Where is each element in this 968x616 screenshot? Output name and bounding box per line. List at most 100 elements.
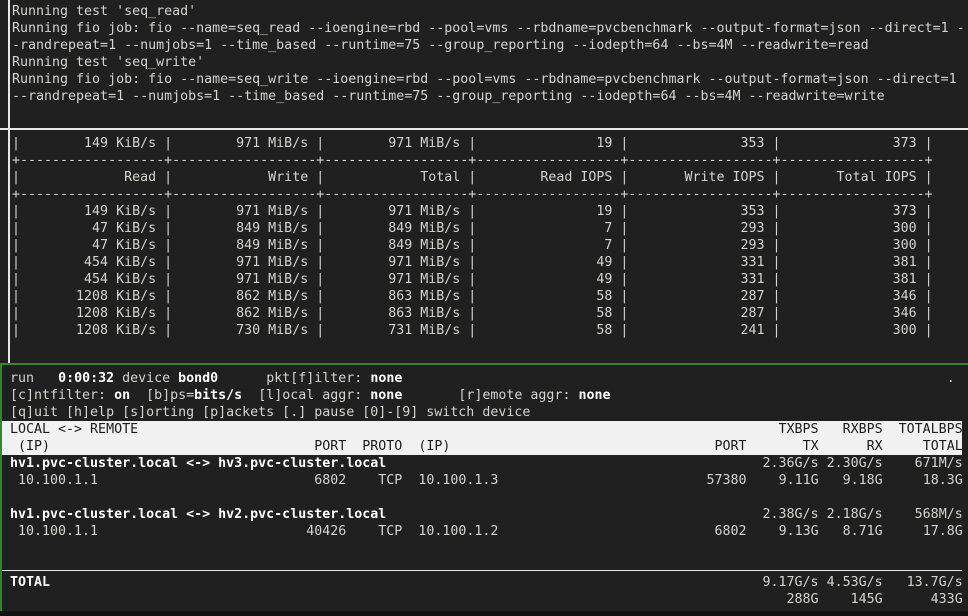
- text: [498, 473, 706, 488]
- text: [819, 524, 843, 539]
- run-status-line: run 0:00:32 device bond0 pkt[f]ilter: no…: [10, 370, 963, 387]
- text: 433G: [931, 592, 963, 607]
- text: 9.13G: [779, 524, 819, 539]
- filter-status-line: [c]ntfilter: on [b]ps=bits/s [l]ocal agg…: [10, 387, 963, 404]
- text: [346, 439, 362, 454]
- text: [819, 456, 827, 471]
- bold-text: bond0: [178, 371, 218, 386]
- bold-text: none: [370, 388, 402, 403]
- menu-line: [q]uit [h]elp [s]orting [p]ackets [.] pa…: [10, 404, 963, 421]
- text: [34, 371, 58, 386]
- text: [386, 456, 762, 471]
- jnettop-body: run 0:00:32 device bond0 pkt[f]ilter: no…: [10, 370, 963, 608]
- bold-text: none: [370, 371, 402, 386]
- text: 9.17G/s: [763, 575, 819, 590]
- text: [346, 473, 378, 488]
- blank-line: [10, 489, 963, 506]
- flow-row-hosts: hv1.pvc-cluster.local <-> hv3.pvc-cluste…: [10, 455, 963, 472]
- total-row-rates: TOTAL 9.17G/s 4.53G/s 13.7G/s: [10, 574, 963, 591]
- text: 2.38G/s: [763, 507, 819, 522]
- text: [883, 456, 915, 471]
- text: 10.100.1.3: [418, 473, 498, 488]
- text: 2.18G/s: [827, 507, 883, 522]
- text: [b]ps=: [146, 388, 194, 403]
- text: 17.8G: [923, 524, 963, 539]
- text: pkt[f]ilter:: [266, 371, 370, 386]
- text: [747, 439, 803, 454]
- pane-fio-log[interactable]: Running test 'seq_read' Running fio job:…: [0, 0, 968, 128]
- text: [883, 507, 915, 522]
- flow-row-detail: 10.100.1.1 6802 TCP 10.100.1.3 57380 9.1…: [10, 472, 963, 489]
- text: 145G: [851, 592, 883, 607]
- bold-text: 0:00:32: [58, 371, 114, 386]
- text: [q]uit [h]elp [s]orting [p]ackets [.] pa…: [10, 405, 530, 420]
- text: [242, 388, 258, 403]
- text: [819, 575, 827, 590]
- text: [883, 524, 923, 539]
- text: [747, 473, 779, 488]
- text: PORT: [314, 439, 346, 454]
- text: 568M/s: [915, 507, 963, 522]
- bold-text: hv1.pvc-cluster.local <-> hv3.pvc-cluste…: [10, 456, 386, 471]
- bottom-edge-strip: [0, 611, 968, 616]
- text: TXBPS: [779, 422, 819, 437]
- text: 9.11G: [779, 473, 819, 488]
- text: [98, 473, 314, 488]
- text: TCP: [378, 473, 402, 488]
- flow-row-detail: 10.100.1.1 40426 TCP 10.100.1.2 6802 9.1…: [10, 523, 963, 540]
- flow-header-row2: (IP) PORT PROTO (IP) PORT TX RX TOTAL: [2, 438, 962, 455]
- text: 6802: [314, 473, 346, 488]
- text: [r]emote aggr:: [458, 388, 578, 403]
- text: RXBPS: [843, 422, 883, 437]
- text: PROTO: [362, 439, 402, 454]
- text: [98, 524, 306, 539]
- bold-text: none: [578, 388, 610, 403]
- text: [402, 439, 418, 454]
- text: 2.30G/s: [827, 456, 883, 471]
- text: [883, 422, 899, 437]
- text: [c]ntfilter:: [10, 388, 114, 403]
- text: TX: [803, 439, 819, 454]
- text: run: [10, 371, 34, 386]
- text: [386, 507, 762, 522]
- text: TCP: [378, 524, 402, 539]
- text: [819, 439, 867, 454]
- text: [819, 473, 843, 488]
- text: [498, 524, 714, 539]
- fio-log-text: Running test 'seq_read' Running fio job:…: [12, 3, 965, 105]
- results-table-text: | 149 KiB/s | 971 MiB/s | 971 MiB/s | 19…: [12, 135, 933, 339]
- text: 10.100.1.2: [418, 524, 498, 539]
- text: 2.36G/s: [763, 456, 819, 471]
- bold-text: bits/s: [194, 388, 242, 403]
- pane-results-table[interactable]: | 149 KiB/s | 971 MiB/s | 971 MiB/s | 19…: [0, 130, 968, 363]
- text: [50, 439, 314, 454]
- flow-header-row1: LOCAL <-> REMOTE TXBPS RXBPS TOTALBPS: [2, 421, 962, 438]
- text: (IP): [10, 439, 50, 454]
- text: 10.100.1.1: [10, 524, 98, 539]
- text: 8.71G: [843, 524, 883, 539]
- text: TOTALBPS: [899, 422, 963, 437]
- text: [450, 439, 714, 454]
- text: [402, 388, 458, 403]
- text: 288G: [787, 592, 819, 607]
- text: TOTAL: [923, 439, 963, 454]
- text: 18.3G: [923, 473, 963, 488]
- text: [883, 473, 923, 488]
- text: (IP): [418, 439, 450, 454]
- text: [218, 371, 266, 386]
- text: [402, 473, 418, 488]
- text: [883, 592, 931, 607]
- text: 671M/s: [915, 456, 963, 471]
- text: [402, 371, 946, 386]
- text: device: [114, 371, 178, 386]
- bold-text: TOTAL: [10, 575, 50, 590]
- total-row-volumes: 288G 145G 433G: [10, 591, 963, 608]
- text: [346, 524, 378, 539]
- pane-jnettop[interactable]: run 0:00:32 device bond0 pkt[f]ilter: no…: [0, 365, 968, 611]
- text: RX: [867, 439, 883, 454]
- text: 9.18G: [843, 473, 883, 488]
- text: [883, 575, 907, 590]
- text: 4.53G/s: [827, 575, 883, 590]
- text: 10.100.1.1: [10, 473, 98, 488]
- text: 40426: [306, 524, 346, 539]
